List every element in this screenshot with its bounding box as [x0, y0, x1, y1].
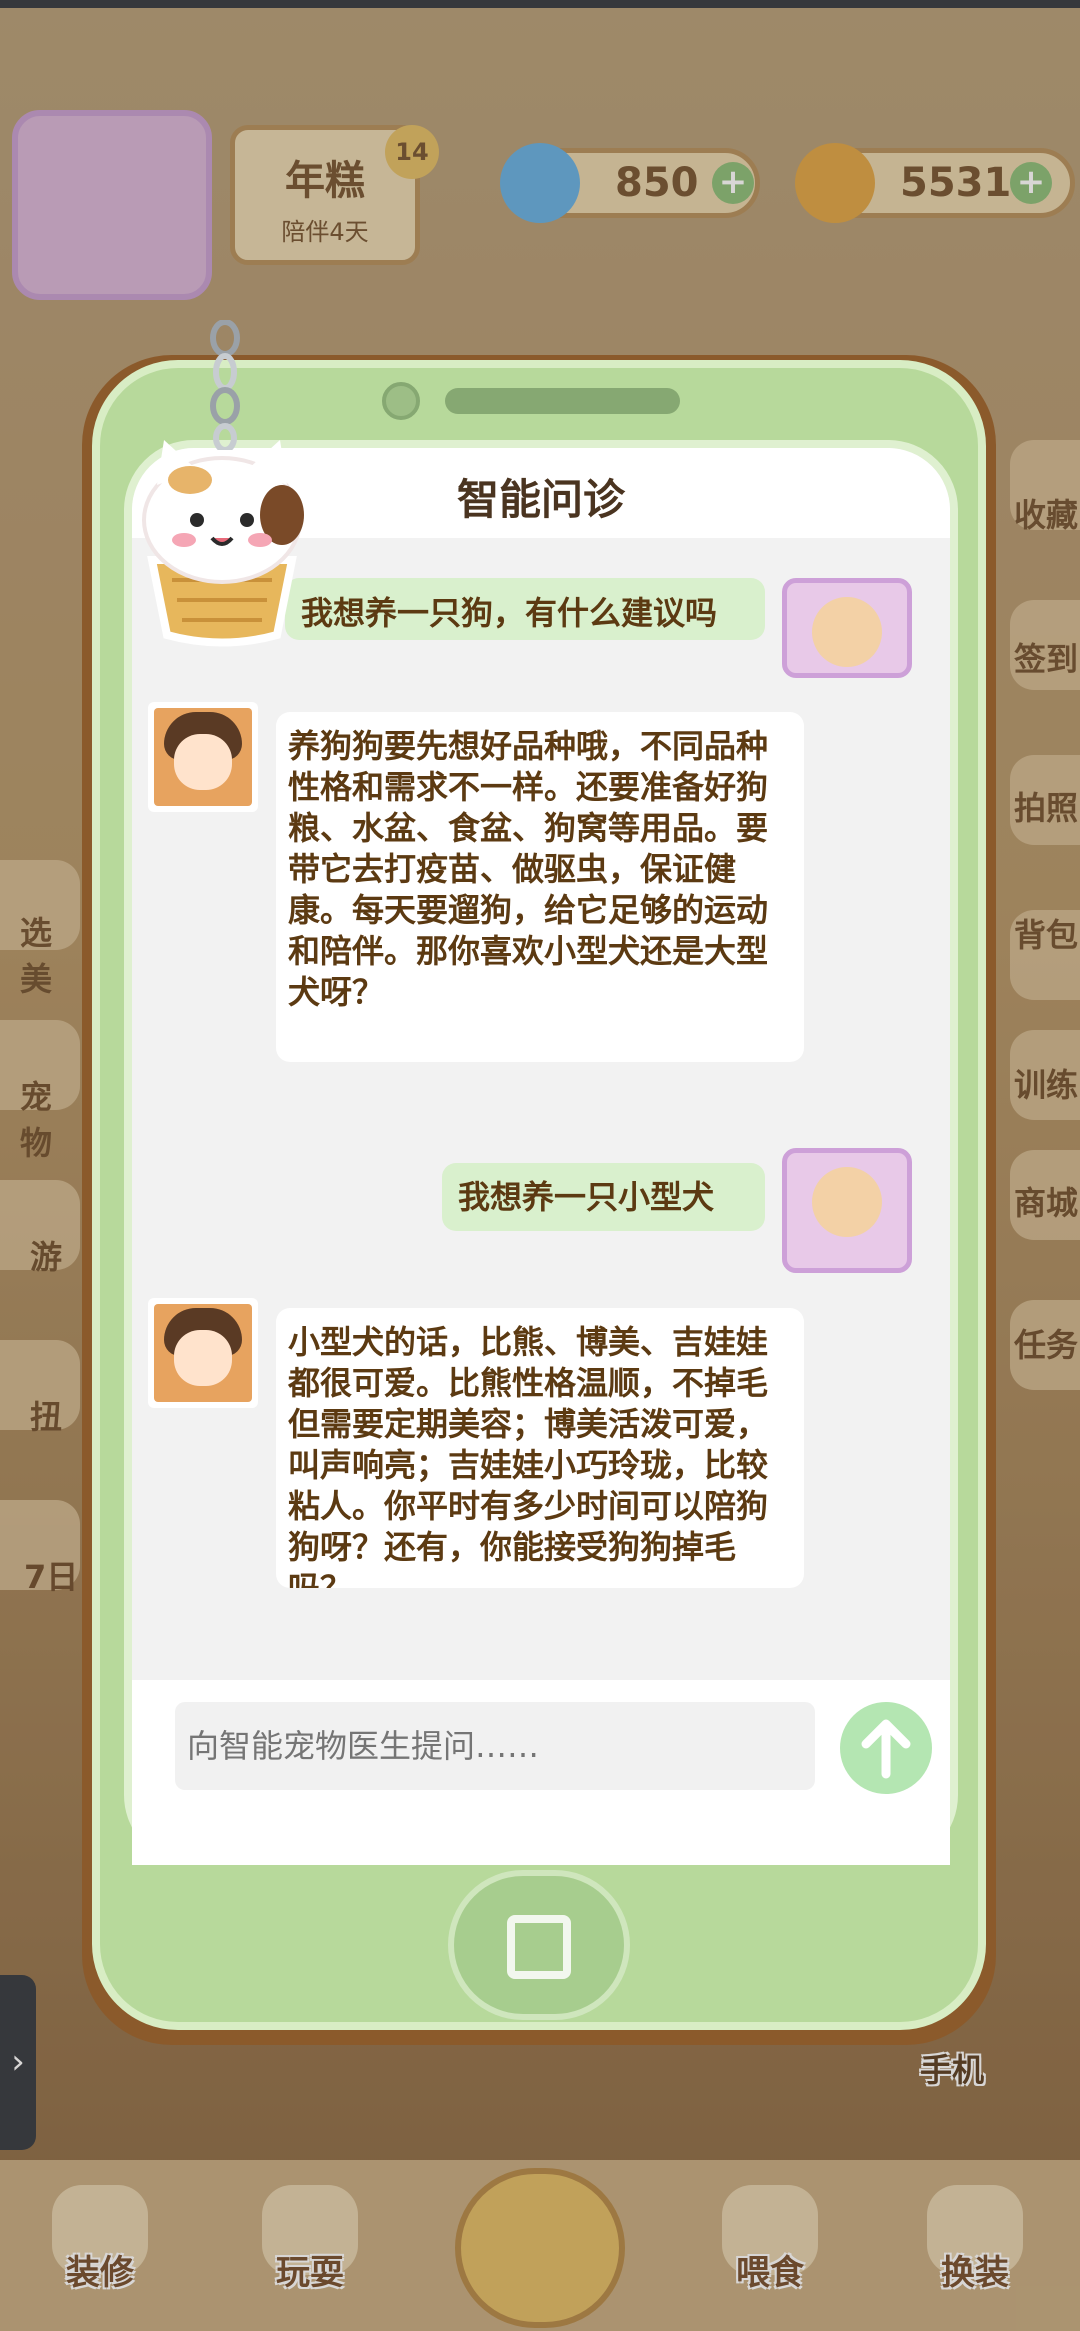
user-message: 我想养一只小型犬: [442, 1163, 765, 1231]
message-text: 小型犬的话，比熊、博美、吉娃娃都很可爱。比熊性格温顺，不掉毛但需要定期美容；博美…: [288, 1323, 769, 1588]
send-button[interactable]: [840, 1702, 932, 1794]
assistant-message: 养狗狗要先想好品种哦，不同品种性格和需求不一样。还要准备好狗粮、水盆、食盆、狗窝…: [276, 712, 804, 1062]
input-bar-bottom: [132, 1848, 950, 1858]
chat-input[interactable]: [175, 1702, 815, 1790]
user-avatar: [782, 578, 912, 678]
user-message: 我想养一只狗，有什么建议吗: [285, 578, 765, 640]
assistant-message: 小型犬的话，比熊、博美、吉娃娃都很可爱。比熊性格温顺，不掉毛但需要定期美容；博美…: [276, 1308, 804, 1588]
home-square-icon: [507, 1915, 571, 1979]
camera-icon: [382, 382, 420, 420]
doctor-avatar: [148, 1298, 258, 1408]
arrow-up-icon: [861, 1719, 911, 1779]
doctor-avatar: [148, 702, 258, 812]
user-avatar: [782, 1148, 912, 1273]
phone-speaker: [445, 388, 680, 414]
message-text: 养狗狗要先想好品种哦，不同品种性格和需求不一样。还要准备好狗粮、水盆、食盆、狗窝…: [288, 727, 769, 1011]
message-text: 我想养一只狗，有什么建议吗: [301, 594, 718, 632]
message-text: 我想养一只小型犬: [458, 1178, 715, 1216]
cat-mascot-icon: [112, 420, 332, 650]
phone-home-button[interactable]: [448, 1870, 630, 2020]
